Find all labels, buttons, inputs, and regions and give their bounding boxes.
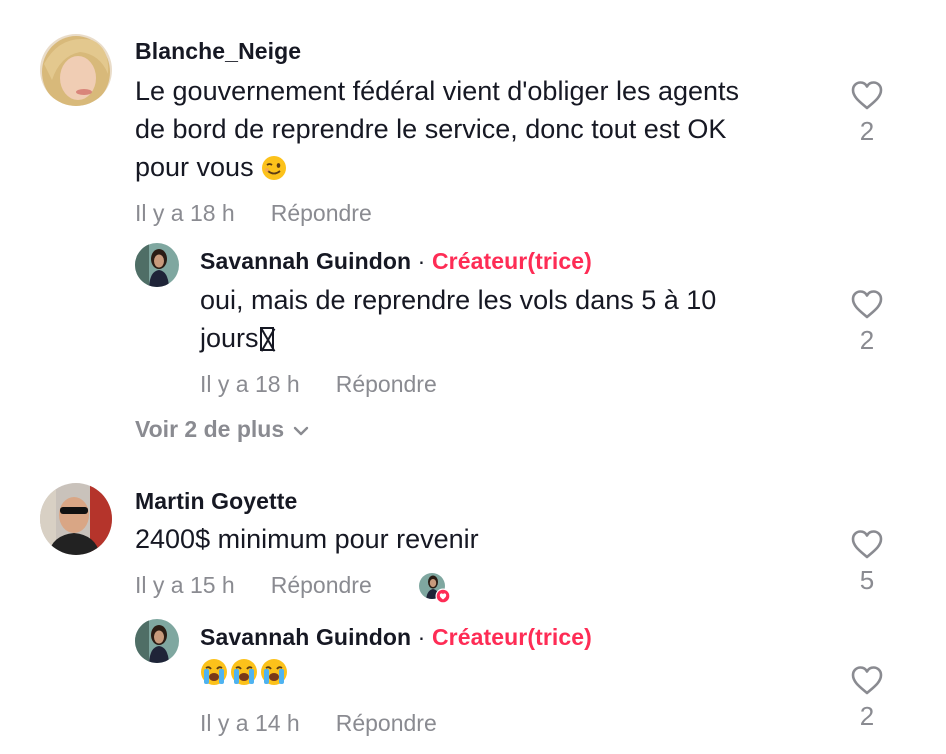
reply-button[interactable]: Répondre bbox=[336, 710, 437, 736]
comment-text: Le gouvernement fédéral vient d'obliger … bbox=[135, 72, 739, 191]
comment-meta: Il y a 15 h Répondre bbox=[135, 572, 372, 599]
reply-username[interactable]: Savannah Guindon bbox=[200, 248, 411, 274]
avatar[interactable] bbox=[40, 483, 112, 555]
like-button[interactable]: 2 bbox=[847, 80, 887, 147]
chevron-down-icon bbox=[293, 426, 309, 436]
avatar[interactable] bbox=[135, 619, 179, 663]
missing-glyph-icon bbox=[259, 327, 274, 351]
comment-time: Il y a 18 h bbox=[135, 200, 235, 226]
comment-username[interactable]: Blanche_Neige bbox=[135, 38, 301, 65]
reply-meta: Il y a 14 h Répondre bbox=[200, 710, 437, 737]
reply-text: oui, mais de reprendre les vols dans 5 à… bbox=[200, 285, 717, 353]
winking-face-emoji bbox=[261, 153, 287, 191]
heart-outline-icon bbox=[851, 290, 883, 319]
comment-username[interactable]: Martin Goyette bbox=[135, 488, 297, 515]
reply-username-row: Savannah Guindon · Créateur(trice) bbox=[200, 624, 592, 650]
creator-badge: Créateur(trice) bbox=[431, 624, 592, 650]
like-button[interactable]: 2 bbox=[847, 289, 887, 356]
reply-button[interactable]: Répondre bbox=[271, 200, 372, 226]
reply-button[interactable]: Répondre bbox=[336, 371, 437, 397]
reply-username-row: Savannah Guindon · Créateur(trice) bbox=[200, 248, 592, 274]
like-button[interactable]: 2 bbox=[847, 665, 887, 732]
like-button[interactable]: 5 bbox=[847, 529, 887, 596]
creator-liked-avatar-icon bbox=[418, 572, 451, 604]
reply-time: Il y a 14 h bbox=[200, 710, 300, 736]
reply-text bbox=[200, 658, 288, 696]
view-more-replies-button[interactable]: Voir 2 de plus bbox=[135, 416, 310, 443]
reply-time: Il y a 18 h bbox=[200, 371, 300, 397]
reply-username[interactable]: Savannah Guindon bbox=[200, 624, 411, 650]
avatar[interactable] bbox=[40, 34, 112, 106]
creator-badge: Créateur(trice) bbox=[431, 248, 592, 274]
comment-text: 2400$ minimum pour revenir bbox=[135, 524, 479, 554]
heart-outline-icon bbox=[851, 530, 883, 559]
comment-time: Il y a 15 h bbox=[135, 572, 235, 598]
like-count: 5 bbox=[859, 565, 875, 595]
loudly-crying-face-emoji bbox=[200, 658, 288, 696]
reply-button[interactable]: Répondre bbox=[271, 572, 372, 598]
comment-meta: Il y a 18 h Répondre bbox=[135, 200, 372, 227]
heart-outline-icon bbox=[851, 666, 883, 695]
heart-outline-icon bbox=[851, 81, 883, 110]
reply-meta: Il y a 18 h Répondre bbox=[200, 371, 437, 398]
like-count: 2 bbox=[859, 325, 875, 355]
avatar[interactable] bbox=[135, 243, 179, 287]
like-count: 2 bbox=[859, 116, 875, 146]
like-count: 2 bbox=[859, 701, 875, 731]
